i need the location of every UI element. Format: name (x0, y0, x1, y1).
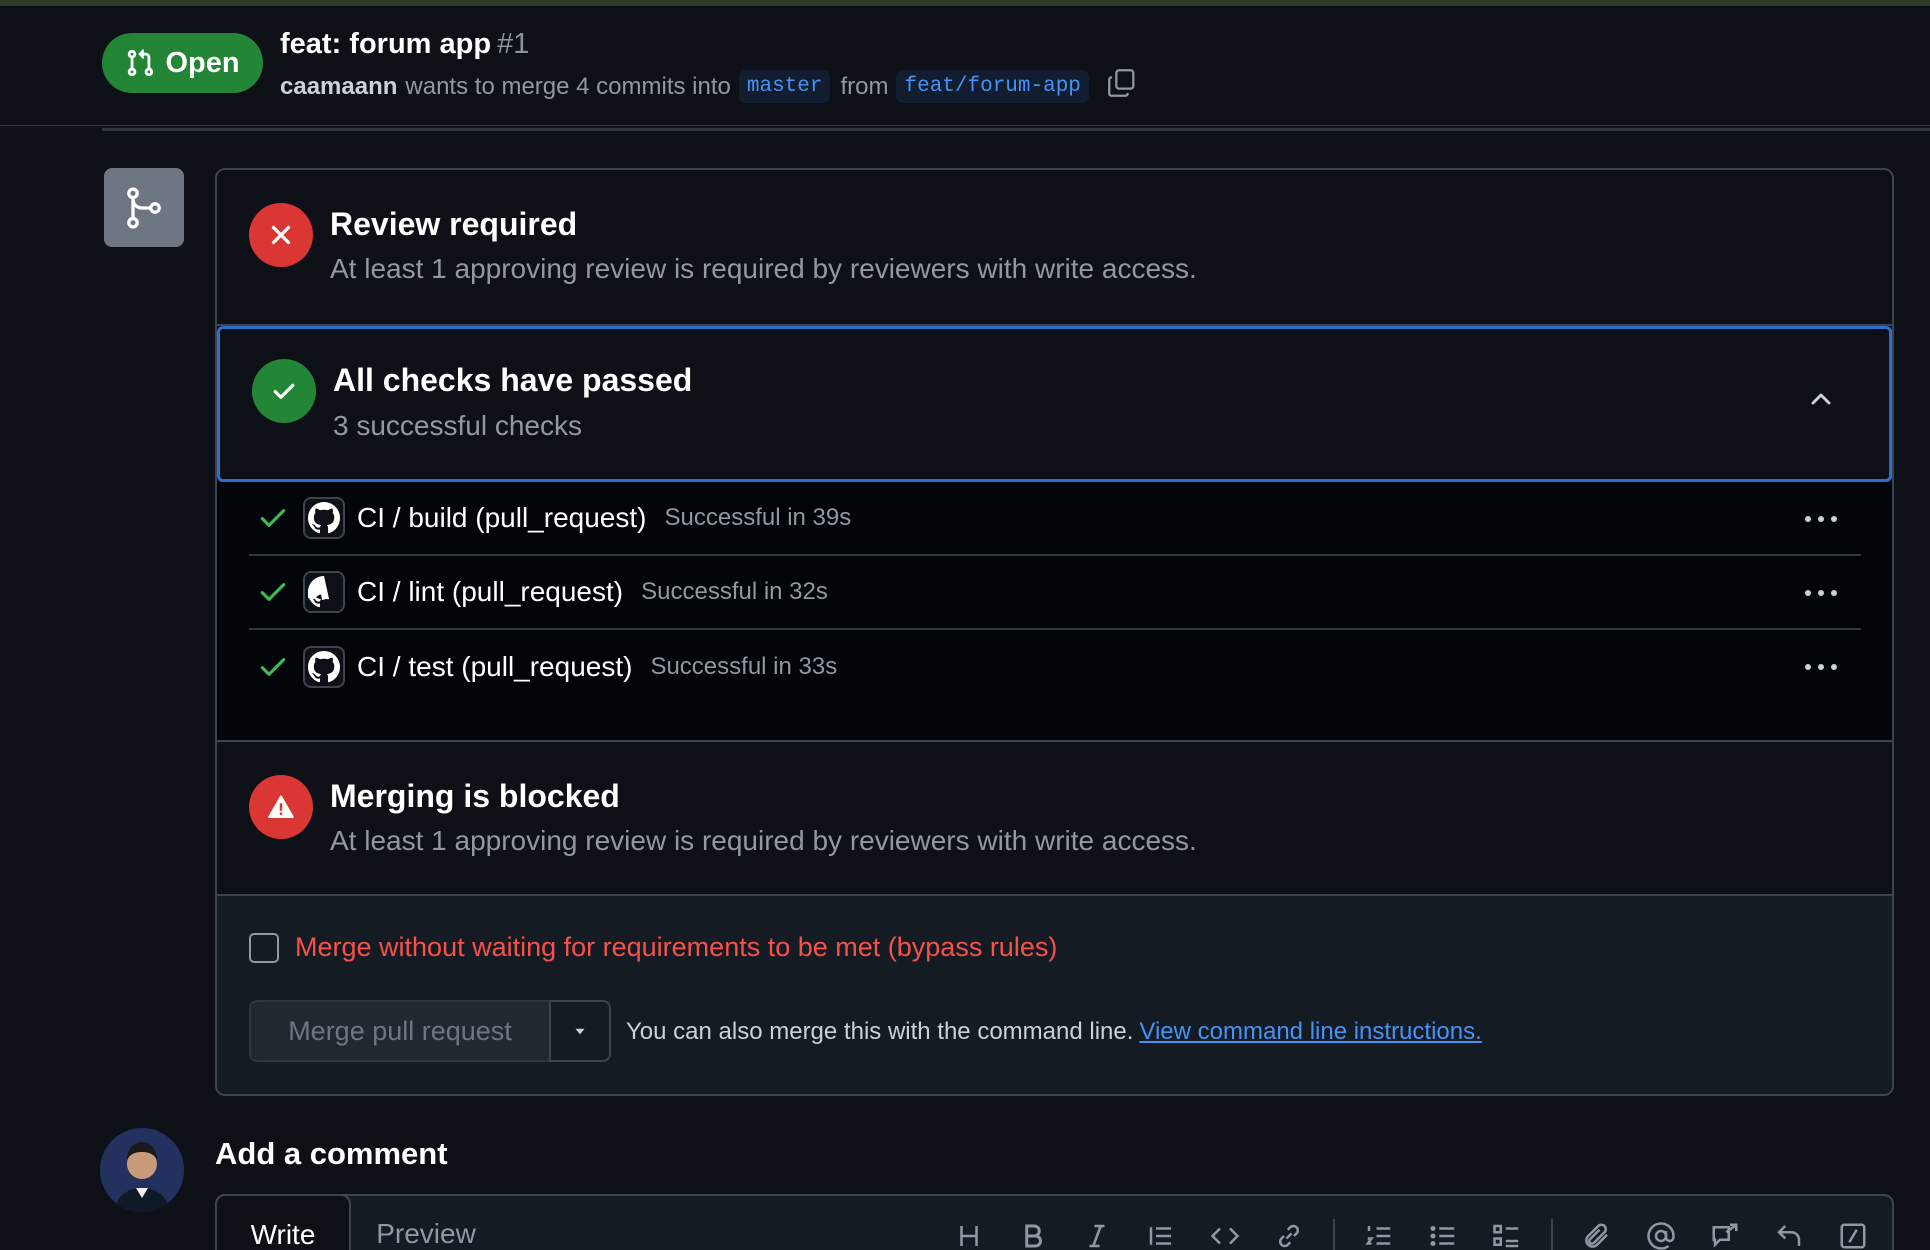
check-duration: Successful in 33s (650, 653, 838, 680)
tab-write[interactable]: Write (215, 1194, 351, 1250)
merge-box: Review required At least 1 approving rev… (215, 168, 1894, 1096)
review-title: Review required (330, 206, 578, 242)
user-avatar-image (100, 1128, 184, 1212)
review-status-circle (249, 203, 313, 267)
github-logo-icon (303, 571, 345, 613)
reference-icon[interactable] (1693, 1216, 1757, 1250)
chevron-up-icon[interactable] (1805, 383, 1837, 415)
pr-state-badge: Open (102, 33, 263, 93)
pr-author-link[interactable]: caamaann (280, 73, 397, 101)
kebab-menu-icon[interactable] (1801, 578, 1841, 608)
add-comment-heading: Add a comment (215, 1136, 448, 1171)
pr-title: feat: forum app #1 (280, 28, 529, 61)
copy-icon[interactable] (1105, 66, 1139, 100)
cli-hint-text: You can also merge this with the command… (626, 1018, 1134, 1045)
pr-meta: caamaann wants to merge 4 commits into m… (280, 68, 1139, 103)
checks-summary-section[interactable]: All checks have passed 3 successful chec… (217, 326, 1892, 482)
check-item[interactable]: CI / test (pull_request) Successful in 3… (249, 630, 1861, 704)
reply-icon[interactable] (1757, 1216, 1821, 1250)
alert-icon (268, 795, 294, 818)
bypass-rules-row[interactable]: Merge without waiting for requirements t… (249, 932, 1057, 963)
merging-blocked-section: Merging is blocked At least 1 approving … (217, 740, 1892, 896)
merge-status-icon (104, 168, 184, 247)
merge-pull-request-button[interactable]: Merge pull request (249, 1000, 549, 1062)
checks-summary: 3 successful checks (333, 410, 582, 441)
bypass-label[interactable]: Merge without waiting for requirements t… (295, 932, 1057, 963)
kebab-menu-icon[interactable] (1801, 652, 1841, 682)
check-duration: Successful in 39s (664, 504, 852, 531)
task-list-icon[interactable] (1475, 1216, 1539, 1250)
italic-icon[interactable] (1065, 1216, 1129, 1250)
check-item[interactable]: CI / build (pull_request) Successful in … (249, 482, 1861, 556)
pr-number: #1 (497, 28, 530, 60)
bypass-checkbox[interactable] (249, 932, 279, 963)
merge-text: wants to merge 4 commits into (405, 72, 731, 100)
base-branch[interactable]: master (738, 70, 831, 103)
check-name[interactable]: CI / test (pull_request) (357, 651, 632, 683)
view-cli-instructions-link[interactable]: View command line instructions. (1139, 1018, 1481, 1045)
check-name[interactable]: CI / lint (pull_request) (357, 576, 623, 608)
unordered-list-icon[interactable] (1411, 1216, 1475, 1250)
x-icon (271, 225, 291, 245)
check-item[interactable]: CI / lint (pull_request) Successful in 3… (249, 556, 1861, 630)
github-logo-icon (303, 646, 345, 688)
from-text: from (840, 72, 889, 100)
merge-options-dropdown[interactable] (549, 1000, 611, 1062)
head-branch[interactable]: feat/forum-app (896, 70, 1089, 103)
pr-title-text: feat: forum app (280, 28, 492, 60)
review-description: At least 1 approving review is required … (330, 253, 1197, 284)
blocked-title: Merging is blocked (330, 778, 620, 814)
pr-state-label: Open (165, 46, 240, 79)
success-check-icon (260, 509, 286, 527)
bold-icon[interactable] (1001, 1216, 1065, 1250)
review-required-section: Review required At least 1 approving rev… (217, 170, 1892, 326)
mention-icon[interactable] (1629, 1216, 1693, 1250)
success-check-icon (260, 658, 286, 676)
comment-editor: Write Preview (215, 1194, 1894, 1250)
merge-button-group: Merge pull request (249, 1000, 611, 1062)
toolbar-divider (1551, 1219, 1553, 1250)
check-name[interactable]: CI / build (pull_request) (357, 502, 646, 534)
checks-status-circle (252, 359, 316, 423)
pr-header: Open feat: forum app #1 caamaann wants to… (0, 6, 1930, 126)
github-logo-icon (303, 497, 345, 539)
code-icon[interactable] (1193, 1216, 1257, 1250)
attach-icon[interactable] (1565, 1216, 1629, 1250)
toolbar-divider (1333, 1219, 1335, 1250)
avatar[interactable] (100, 1128, 184, 1212)
heading-icon[interactable] (937, 1216, 1001, 1250)
git-merge-icon (127, 186, 161, 229)
check-icon (273, 383, 295, 399)
ordered-list-icon[interactable] (1347, 1216, 1411, 1250)
triangle-down-icon (575, 1028, 585, 1035)
cli-hint: You can also merge this with the command… (626, 1018, 1482, 1046)
header-divider (102, 128, 1930, 131)
quote-icon[interactable] (1129, 1216, 1193, 1250)
checks-title: All checks have passed (333, 362, 693, 398)
pull-request-icon (128, 49, 154, 77)
blocked-description: At least 1 approving review is required … (330, 825, 1197, 856)
blocked-status-circle (249, 775, 313, 839)
slash-command-icon[interactable] (1821, 1216, 1885, 1250)
markdown-toolbar (937, 1216, 1885, 1250)
check-duration: Successful in 32s (641, 578, 828, 605)
link-icon[interactable] (1257, 1216, 1321, 1250)
tab-preview[interactable]: Preview (351, 1194, 501, 1250)
kebab-menu-icon[interactable] (1801, 504, 1841, 534)
success-check-icon (260, 583, 286, 601)
merge-actions: Merge without waiting for requirements t… (217, 896, 1892, 1094)
